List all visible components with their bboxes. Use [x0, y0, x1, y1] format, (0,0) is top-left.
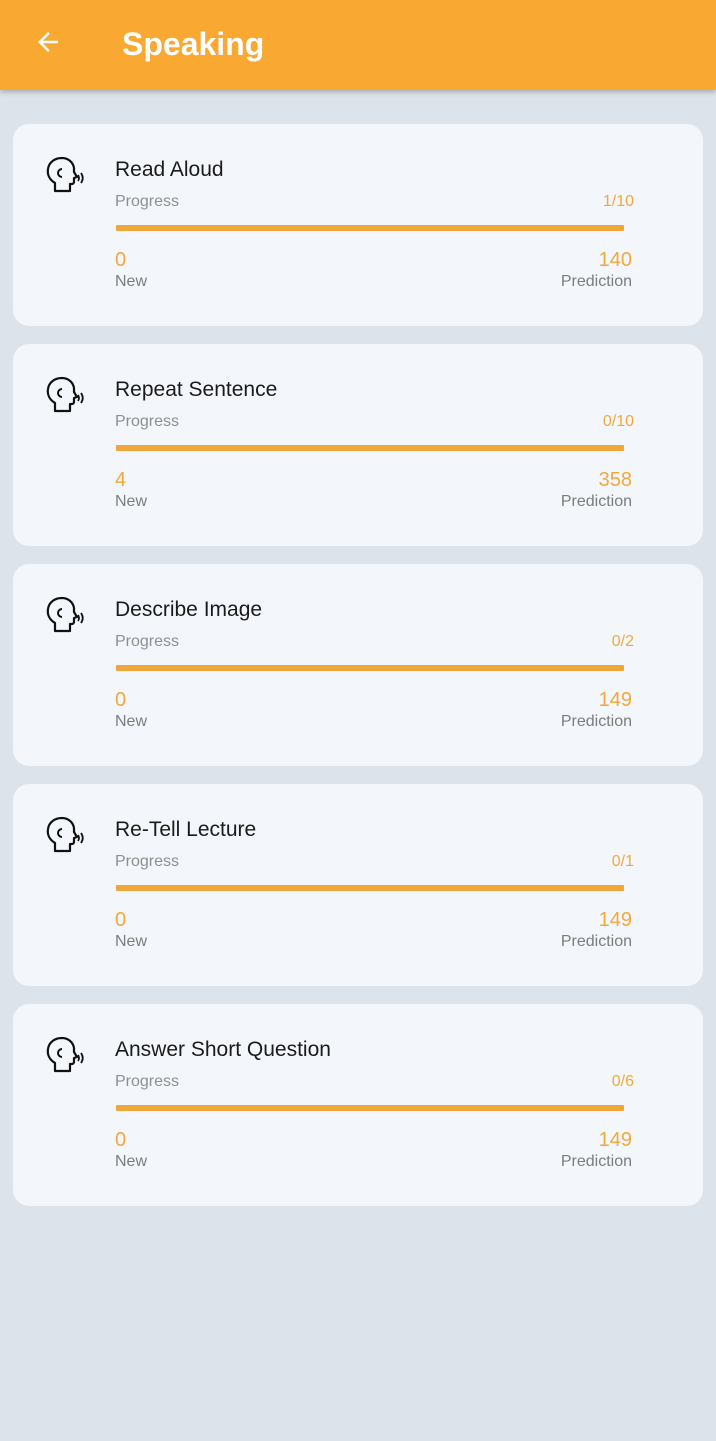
- new-count: 0: [115, 689, 127, 711]
- progress-fill: [116, 665, 624, 671]
- progress-fill: [116, 225, 624, 231]
- new-count: 0: [115, 1129, 127, 1151]
- new-label: New: [115, 713, 148, 730]
- speaking-head-icon: [46, 816, 84, 853]
- speaking-head-icon: [46, 156, 84, 193]
- task-card-repeat-sentence[interactable]: Repeat Sentence Progress 0/10 4 New 358 …: [13, 344, 703, 546]
- prediction-label: Prediction: [560, 713, 632, 730]
- progress-bar: [116, 225, 624, 231]
- progress-label: Progress: [115, 1073, 180, 1090]
- task-list: Read Aloud Progress 1/10 0 New 140 Predi…: [13, 124, 703, 1224]
- progress-label: Progress: [115, 633, 180, 650]
- progress-label: Progress: [115, 853, 180, 870]
- task-title: Describe Image: [115, 598, 263, 621]
- new-count: 4: [115, 469, 127, 491]
- prediction-count: 358: [598, 469, 632, 491]
- task-title: Re-Tell Lecture: [115, 818, 257, 841]
- task-title: Answer Short Question: [115, 1038, 331, 1061]
- progress-bar: [116, 665, 624, 671]
- progress-count: 0/10: [602, 413, 634, 430]
- progress-fill: [116, 885, 624, 891]
- new-label: New: [115, 1153, 148, 1170]
- prediction-label: Prediction: [560, 933, 632, 950]
- progress-bar: [116, 1105, 624, 1111]
- prediction-count: 149: [598, 1129, 632, 1151]
- speaking-head-icon: [46, 1036, 84, 1073]
- prediction-count: 149: [598, 909, 632, 931]
- progress-label: Progress: [115, 413, 180, 430]
- prediction-label: Prediction: [560, 493, 632, 510]
- task-title: Read Aloud: [115, 158, 224, 181]
- progress-fill: [116, 1105, 624, 1111]
- prediction-count: 140: [598, 249, 632, 271]
- task-card-answer-short-question[interactable]: Answer Short Question Progress 0/6 0 New…: [13, 1004, 703, 1206]
- progress-count: 0/6: [611, 1073, 634, 1090]
- progress-label: Progress: [115, 193, 180, 210]
- speaking-head-icon: [46, 596, 84, 633]
- back-button[interactable]: [28, 22, 68, 62]
- task-title: Repeat Sentence: [115, 378, 278, 401]
- arrow-left-icon: [38, 32, 58, 52]
- progress-count: 0/2: [611, 633, 634, 650]
- progress-fill: [116, 445, 624, 451]
- prediction-count: 149: [598, 689, 632, 711]
- prediction-label: Prediction: [560, 1153, 632, 1170]
- new-label: New: [115, 493, 148, 510]
- app-bar: Speaking: [0, 0, 716, 90]
- progress-bar: [116, 885, 624, 891]
- progress-bar: [116, 445, 624, 451]
- progress-count: 1/10: [602, 193, 634, 210]
- new-label: New: [115, 273, 148, 290]
- new-count: 0: [115, 249, 127, 271]
- new-count: 0: [115, 909, 127, 931]
- task-card-read-aloud[interactable]: Read Aloud Progress 1/10 0 New 140 Predi…: [13, 124, 703, 326]
- page-title: Speaking: [122, 26, 265, 62]
- new-label: New: [115, 933, 148, 950]
- progress-count: 0/1: [611, 853, 634, 870]
- task-card-describe-image[interactable]: Describe Image Progress 0/2 0 New 149 Pr…: [13, 564, 703, 766]
- prediction-label: Prediction: [560, 273, 632, 290]
- speaking-head-icon: [46, 376, 84, 413]
- task-card-re-tell-lecture[interactable]: Re-Tell Lecture Progress 0/1 0 New 149 P…: [13, 784, 703, 986]
